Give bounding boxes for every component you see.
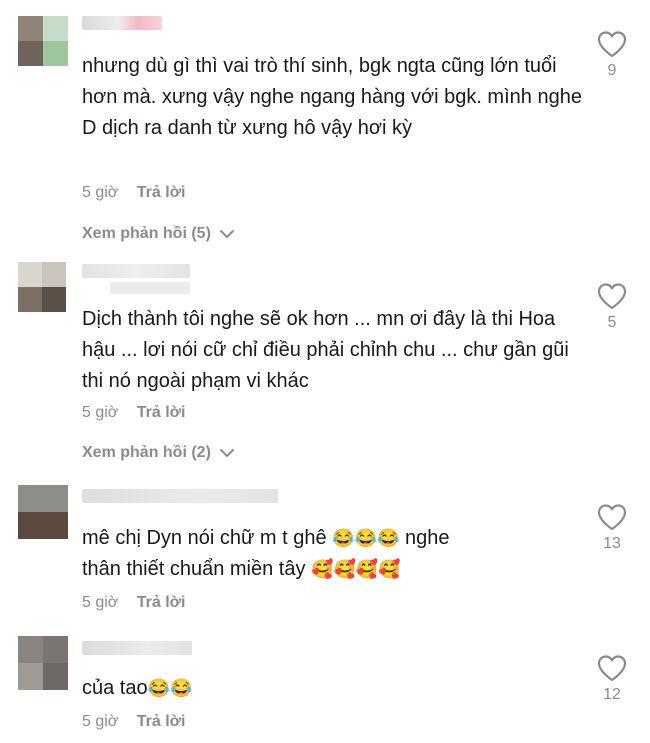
chevron-down-icon <box>220 448 235 457</box>
like-button[interactable]: 9 <box>590 30 634 80</box>
comment-time: 5 giờ <box>82 594 119 611</box>
view-replies-label: Xem phản hồi (5) <box>82 225 211 242</box>
reply-button[interactable]: Trả lời <box>137 184 186 201</box>
comment-text: Dịch thành tôi nghe sẽ ok hơn ... mn ơi … <box>82 308 569 392</box>
username-blurred-line <box>110 282 190 294</box>
avatar[interactable] <box>18 262 66 312</box>
comment-text-body: của tao <box>82 677 148 699</box>
view-replies-button[interactable]: Xem phản hồi (5) <box>82 225 235 243</box>
username-blurred[interactable] <box>82 264 190 278</box>
comment-text: của tao😂😂 <box>82 673 582 704</box>
like-button[interactable]: 13 <box>590 503 634 553</box>
avatar[interactable] <box>18 485 68 539</box>
like-count: 12 <box>603 686 621 703</box>
view-replies-label: Xem phản hồi (2) <box>82 444 211 461</box>
like-count: 9 <box>607 62 617 79</box>
laughing-emoji: 😂😂 <box>147 678 193 698</box>
comment-text: mê chị Dyn nói chữ m t ghê 😂😂😂 nghe thân… <box>82 523 582 585</box>
avatar[interactable] <box>18 636 68 690</box>
comment-text-line1b: nghe <box>399 527 450 549</box>
comment-time: 5 giờ <box>82 184 119 201</box>
username-blurred[interactable] <box>82 641 192 655</box>
comment-text: nhưng dù gì thì vai trò thí sinh, bgk ng… <box>82 55 582 139</box>
comment-meta: 5 giờ Trả lời <box>82 713 185 731</box>
reply-button[interactable]: Trả lời <box>137 594 186 611</box>
comment-time: 5 giờ <box>82 713 119 730</box>
comment-meta: 5 giờ Trả lời <box>82 184 185 202</box>
smiling-hearts-emoji: 🥰🥰🥰🥰 <box>311 559 401 579</box>
like-count: 13 <box>603 535 621 552</box>
comment-meta: 5 giờ Trả lời <box>82 404 185 422</box>
username-blurred[interactable] <box>82 489 278 503</box>
comment-text-line1: mê chị Dyn nói chữ m t ghê <box>82 527 327 549</box>
comment-meta: 5 giờ Trả lời <box>82 594 185 612</box>
comment-text-line2: thân thiết chuẩn miền tây <box>82 558 312 580</box>
chevron-down-icon <box>220 229 235 238</box>
like-button[interactable]: 12 <box>590 654 634 704</box>
heart-outline-icon[interactable] <box>597 503 627 531</box>
laughing-emoji: 😂😂😂 <box>332 528 400 548</box>
heart-outline-icon[interactable] <box>597 654 627 682</box>
heart-outline-icon[interactable] <box>597 30 627 58</box>
like-count: 5 <box>607 314 617 331</box>
heart-outline-icon[interactable] <box>597 282 627 310</box>
reply-button[interactable]: Trả lời <box>137 404 186 421</box>
avatar[interactable] <box>18 16 68 66</box>
username-blurred[interactable] <box>82 16 162 30</box>
like-button[interactable]: 5 <box>590 282 634 332</box>
comment-time: 5 giờ <box>82 404 119 421</box>
reply-button[interactable]: Trả lời <box>137 713 186 730</box>
view-replies-button[interactable]: Xem phản hồi (2) <box>82 444 235 462</box>
